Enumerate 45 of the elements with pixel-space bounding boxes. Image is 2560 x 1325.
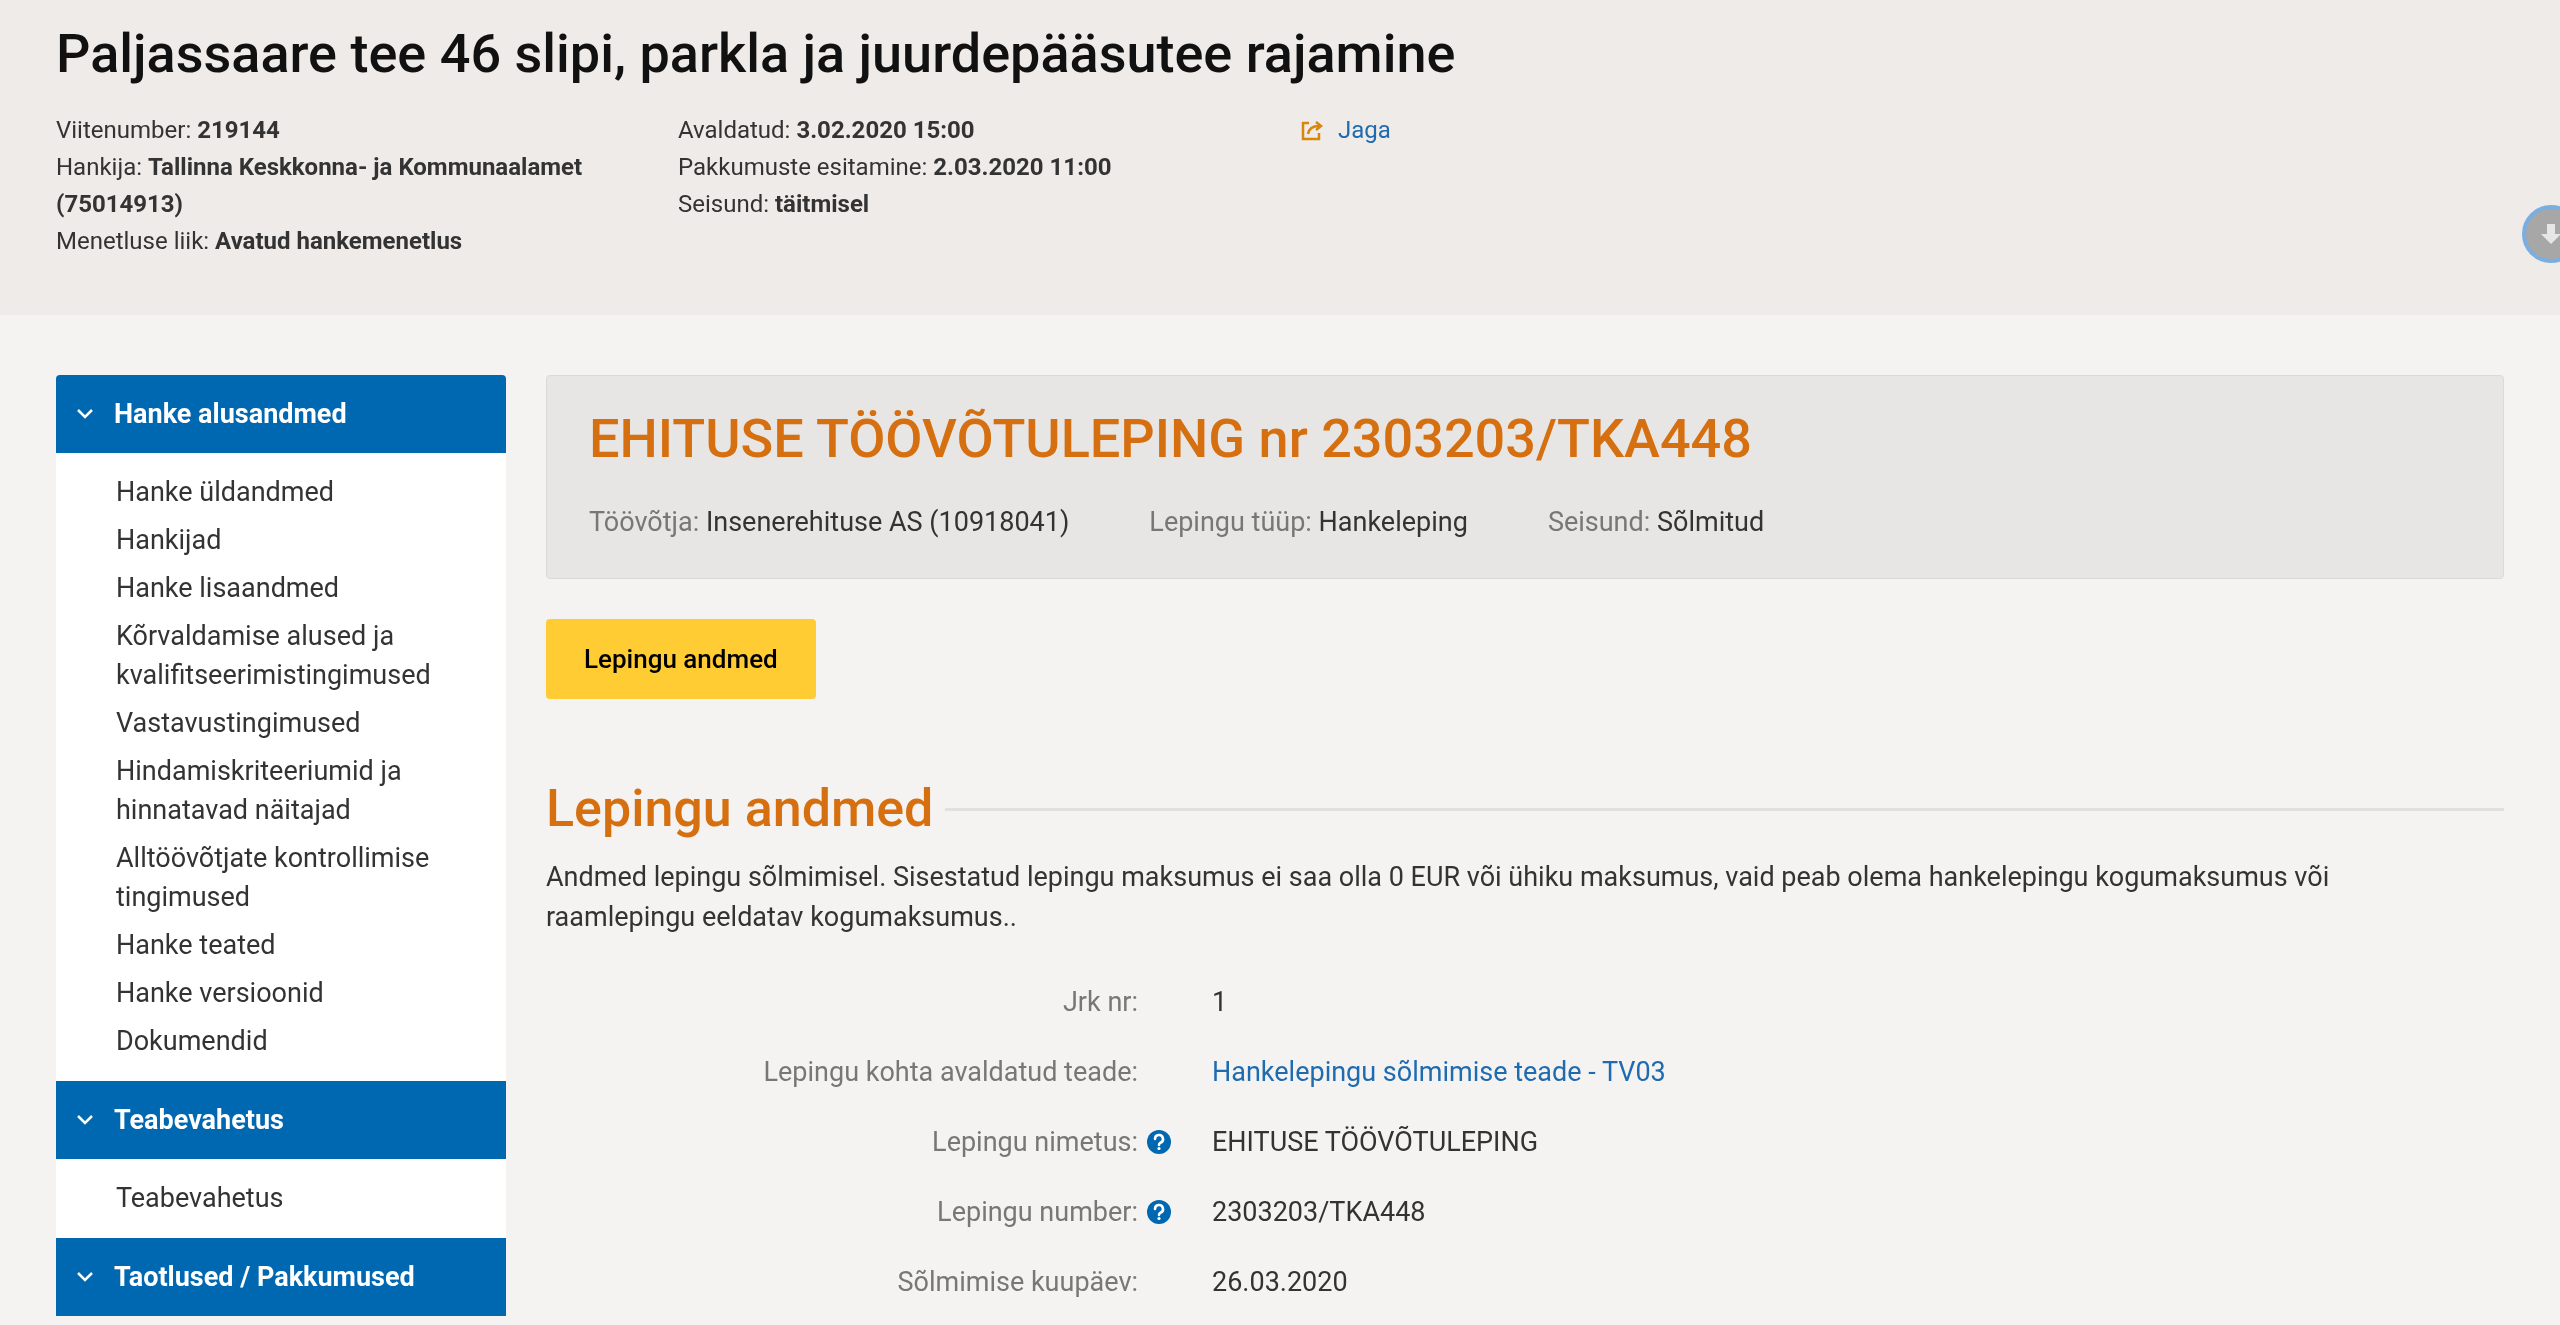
meta-line: Menetluse liik: Avatud hankemenetlus xyxy=(56,226,464,257)
field-label: Lepingu nimetus: xyxy=(932,1124,1138,1160)
field-label: Jrk nr: xyxy=(1062,984,1138,1020)
share-icon xyxy=(1300,119,1324,142)
sidebar-link[interactable]: Vastavustingimused xyxy=(116,704,486,743)
contract-meta: Lepingu tüüp: Hankeleping xyxy=(1149,505,1468,540)
sidebar-link[interactable]: Hanke versioonid xyxy=(116,974,486,1013)
help-icon[interactable] xyxy=(1146,1129,1172,1155)
sidebar-section-header[interactable]: Teabevahetus xyxy=(56,1081,506,1159)
sidebar-link[interactable]: Alltöövõtjate kontrollimise tingimused xyxy=(116,839,486,917)
meta-line: Avaldatud: 3.02.2020 15:00 xyxy=(678,115,976,146)
field-value: 2303203/TKA448 xyxy=(1212,1194,1426,1230)
chevron-icon xyxy=(76,1114,94,1126)
meta-line: Pakkumuste esitamine: 2.03.2020 11:00 xyxy=(678,152,1113,183)
contract-title: EHITUSE TÖÖVÕTULEPING nr 2303203/TKA448 xyxy=(589,406,1753,472)
sidebar-section-header[interactable]: Hanke alusandmed xyxy=(56,375,506,453)
sidebar-link[interactable]: Hindamiskriteeriumid ja hinnatavad näitajad xyxy=(116,752,486,830)
sidebar-link[interactable]: Hanke teated xyxy=(116,926,486,965)
sidebar-link[interactable]: Dokumendid xyxy=(116,1022,486,1061)
field-value: 1 xyxy=(1212,984,1228,1020)
field-value: EHITUSE TÖÖVÕTULEPING xyxy=(1212,1124,1539,1160)
section-description: Andmed lepingu sõlmimisel. Sisestatud lepingu maksumus ei saa olla 0 EUR või ühiku maksumus, vaid peab olema hankelepingu kogumaksumus või raamlepingu eeldatav kogumaksumus.. xyxy=(546,860,2331,935)
field-label: Sõlmimise kuupäev: xyxy=(897,1264,1138,1300)
sidebar-link[interactable]: Hanke lisaandmed xyxy=(116,569,486,608)
arrow-down-icon xyxy=(2539,222,2560,246)
page-title: Paljassaare tee 46 slipi, parkla ja juurdepääsutee rajamine xyxy=(56,21,1457,87)
contract-meta: Seisund: Sõlmitud xyxy=(1547,505,1765,540)
field-label: Lepingu number: xyxy=(937,1194,1138,1230)
field-value: 26.03.2020 xyxy=(1212,1264,1348,1300)
contract-data-tab[interactable]: Lepingu andmed xyxy=(546,619,816,699)
section-heading: Lepingu andmed xyxy=(546,777,934,841)
meta-line: Seisund: täitmisel xyxy=(678,189,871,220)
help-icon[interactable] xyxy=(1146,1199,1172,1225)
meta-line: Hankija: Tallinna Keskkonna- ja Kommunaalamet (75014913) xyxy=(56,152,584,220)
chevron-icon xyxy=(76,1271,94,1283)
sidebar-link[interactable]: Hankijad xyxy=(116,521,486,560)
chevron-icon xyxy=(76,408,94,420)
sidebar-link[interactable]: Hanke üldandmed xyxy=(116,473,486,512)
meta-line: Viitenumber: 219144 xyxy=(56,115,281,146)
notice-link[interactable]: Hankelepingu sõlmimise teade - TV03 xyxy=(1212,1051,1666,1093)
sidebar-section-header[interactable]: Taotlused / Pakkumused xyxy=(56,1238,506,1316)
sidebar-link[interactable]: Kõrvaldamise alused ja kvalifitseerimistingimused xyxy=(116,617,486,695)
contract-meta: Töövõtja: Insenerehituse AS (10918041) xyxy=(589,505,1070,540)
field-label: Lepingu kohta avaldatud teade: xyxy=(763,1054,1138,1090)
share-link[interactable]: Jaga xyxy=(1300,112,1391,149)
